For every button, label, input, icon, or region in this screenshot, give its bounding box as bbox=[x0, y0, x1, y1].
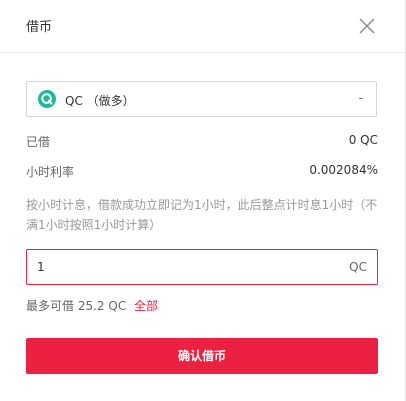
amount-input[interactable] bbox=[37, 257, 327, 277]
borrow-dialog: 借币 QC （做多） - 已借 0 QC 小时利率 0.002084% 按小时计… bbox=[0, 0, 406, 401]
close-icon[interactable] bbox=[356, 15, 378, 37]
hourly-rate-value: 0.002084% bbox=[309, 163, 378, 177]
borrowed-value: 0 QC bbox=[348, 133, 378, 147]
select-arrow-icon: - bbox=[358, 91, 363, 105]
max-borrow-label: 最多可借 bbox=[26, 299, 75, 313]
amount-field[interactable]: QC bbox=[26, 249, 378, 285]
hourly-rate-label: 小时利率 bbox=[26, 165, 75, 179]
borrow-all-link[interactable]: 全部 bbox=[134, 299, 158, 313]
hourly-rate-row: 小时利率 0.002084% bbox=[26, 163, 378, 181]
currency-select[interactable]: QC （做多） - bbox=[26, 81, 377, 117]
dialog-title: 借币 bbox=[26, 20, 53, 35]
max-borrow-value: 25.2 QC bbox=[77, 299, 127, 313]
confirm-borrow-button[interactable]: 确认借币 bbox=[26, 338, 378, 374]
qc-coin-icon bbox=[38, 90, 56, 108]
dialog-header: 借币 bbox=[0, 0, 405, 53]
max-borrow-row: 最多可借 25.2 QC 全部 bbox=[26, 297, 158, 314]
borrowed-label: 已借 bbox=[26, 135, 51, 149]
amount-unit: QC bbox=[349, 260, 367, 274]
currency-select-label: QC （做多） bbox=[65, 94, 135, 108]
interest-note: 按小时计息，借款成功立即记为1小时，此后整点计时息1小时（不满1小时按照1小时计… bbox=[26, 198, 378, 232]
borrowed-row: 已借 0 QC bbox=[26, 133, 378, 151]
